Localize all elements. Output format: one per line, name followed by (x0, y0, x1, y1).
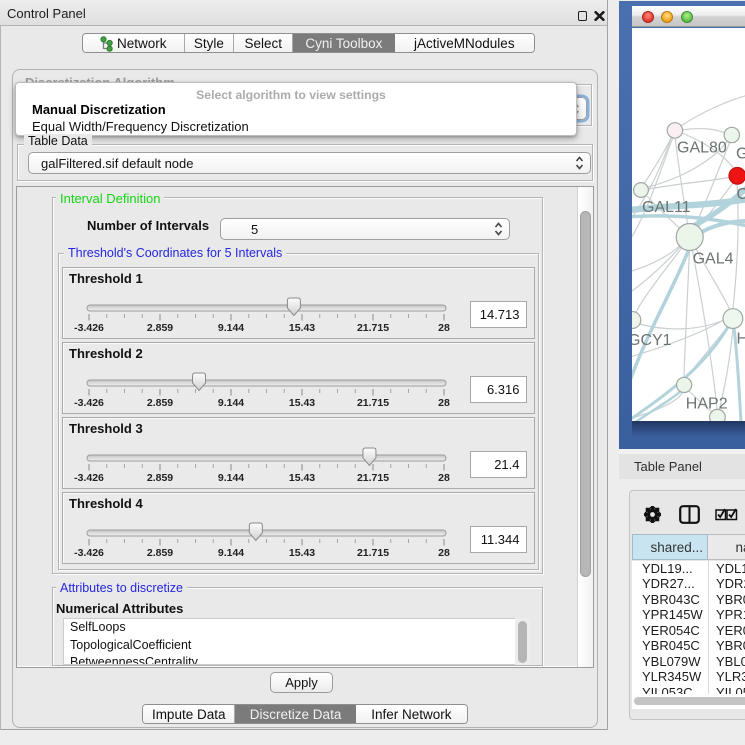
svg-text:28: 28 (438, 472, 450, 484)
svg-text:9.144: 9.144 (218, 397, 244, 409)
svg-text:H: H (737, 331, 745, 348)
svg-text:-3.426: -3.426 (74, 547, 104, 559)
svg-text:GAL4: GAL4 (693, 251, 734, 268)
svg-text:HAP2: HAP2 (686, 396, 728, 413)
svg-text:28: 28 (438, 397, 450, 409)
svg-text:GA: GA (736, 146, 745, 163)
svg-text:28: 28 (438, 322, 450, 334)
svg-text:21.715: 21.715 (357, 547, 389, 559)
svg-text:21.715: 21.715 (357, 322, 389, 334)
svg-text:GAL11: GAL11 (642, 199, 691, 216)
svg-text:-3.426: -3.426 (74, 472, 104, 484)
svg-text:-3.426: -3.426 (74, 397, 104, 409)
svg-text:GCY1: GCY1 (632, 332, 672, 349)
svg-text:9.144: 9.144 (218, 472, 244, 484)
svg-text:C: C (737, 186, 745, 203)
svg-text:28: 28 (438, 547, 450, 559)
svg-text:21.715: 21.715 (357, 397, 389, 409)
svg-text:2.859: 2.859 (147, 547, 173, 559)
svg-text:15.43: 15.43 (289, 397, 315, 409)
svg-text:15.43: 15.43 (289, 547, 315, 559)
svg-text:9.144: 9.144 (218, 547, 244, 559)
svg-text:GAL80: GAL80 (677, 140, 727, 157)
svg-text:15.43: 15.43 (289, 472, 315, 484)
svg-text:9.144: 9.144 (218, 322, 244, 334)
svg-text:2.859: 2.859 (147, 472, 173, 484)
svg-text:2.859: 2.859 (147, 322, 173, 334)
svg-text:2.859: 2.859 (147, 397, 173, 409)
svg-text:21.715: 21.715 (357, 472, 389, 484)
svg-text:15.43: 15.43 (289, 322, 315, 334)
svg-text:-3.426: -3.426 (74, 322, 104, 334)
